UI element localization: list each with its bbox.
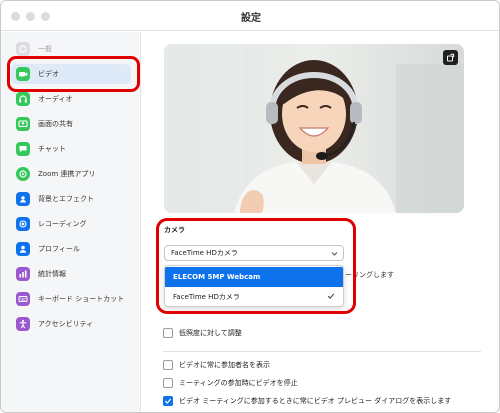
checkmark-icon: [164, 398, 172, 404]
apps-icon: [16, 167, 30, 181]
title-bar: 設定: [1, 1, 499, 31]
sidebar-item-label: 統計情報: [38, 270, 66, 278]
sidebar-item-audio[interactable]: オーディオ: [11, 89, 131, 109]
sidebar-item-background-effects[interactable]: 背景とエフェクト: [11, 189, 131, 209]
settings-window: 設定 一般 ビデオ オーディオ 画面の共有 チャット Zoom 連携アプリ 背景…: [0, 0, 500, 413]
sidebar-item-chat[interactable]: チャット: [11, 139, 131, 159]
stop-video-label: ミーティングの参加時にビデオを停止: [179, 379, 298, 387]
sidebar-item-label: レコーディング: [38, 220, 87, 228]
headphones-icon: [16, 92, 30, 106]
sidebar-item-profile[interactable]: プロフィール: [11, 239, 131, 259]
sidebar-item-screen-share[interactable]: 画面の共有: [11, 114, 131, 134]
sidebar-item-label: チャット: [38, 145, 66, 153]
sidebar-item-recording[interactable]: レコーディング: [11, 214, 131, 234]
low-light-label: 低照度に対して調整: [179, 329, 242, 337]
show-preview-dialog-option[interactable]: ビデオ ミーティングに参加するときに常にビデオ プレビュー ダイアログを表示しま…: [163, 396, 451, 406]
sidebar-item-label: 背景とエフェクト: [38, 195, 94, 203]
stop-video-on-join-option[interactable]: ミーティングの参加時にビデオを停止: [163, 378, 298, 388]
sidebar-item-keyboard-shortcuts[interactable]: キーボード ショートカット: [11, 289, 131, 309]
low-light-checkbox[interactable]: [163, 328, 173, 338]
chat-icon: [16, 142, 30, 156]
statistics-icon: [16, 267, 30, 281]
keyboard-icon: [16, 292, 30, 306]
screen-share-icon: [16, 117, 30, 131]
profile-icon: [16, 242, 30, 256]
sidebar-item-label: オーディオ: [38, 95, 73, 103]
preview-image: [164, 44, 464, 213]
camera-preview: [164, 44, 464, 213]
sidebar-item-label: Zoom 連携アプリ: [38, 170, 96, 178]
low-light-adjust-option[interactable]: 低照度に対して調整: [163, 328, 242, 338]
window-title: 設定: [241, 13, 261, 24]
sidebar-item-label: アクセシビリティ: [38, 320, 94, 328]
sidebar-item-label: 画面の共有: [38, 120, 73, 128]
show-preview-checkbox[interactable]: [163, 396, 173, 406]
camera-highlight-frame: [156, 218, 356, 314]
sidebar-item-label: プロフィール: [38, 245, 80, 253]
accessibility-icon: [16, 317, 30, 331]
show-preview-label: ビデオ ミーティングに参加するときに常にビデオ プレビュー ダイアログを表示しま…: [179, 397, 452, 405]
sidebar-item-statistics[interactable]: 統計情報: [11, 264, 131, 284]
record-icon: [16, 217, 30, 231]
show-names-option[interactable]: ビデオに常に参加者名を表示: [163, 360, 270, 370]
sidebar-item-label: 一般: [38, 45, 52, 53]
divider: [163, 351, 481, 352]
sidebar-item-accessibility[interactable]: アクセシビリティ: [11, 314, 131, 334]
rotate-camera-button[interactable]: [443, 50, 458, 65]
gear-icon: [16, 42, 30, 56]
sidebar-item-zoom-apps[interactable]: Zoom 連携アプリ: [11, 164, 131, 184]
show-names-checkbox[interactable]: [163, 360, 173, 370]
stop-video-checkbox[interactable]: [163, 378, 173, 388]
video-highlight-frame: [7, 56, 140, 92]
show-names-label: ビデオに常に参加者名を表示: [179, 361, 270, 369]
sidebar-item-label: キーボード ショートカット: [38, 295, 125, 303]
rotate-icon: [447, 53, 455, 62]
background-icon: [16, 192, 30, 206]
